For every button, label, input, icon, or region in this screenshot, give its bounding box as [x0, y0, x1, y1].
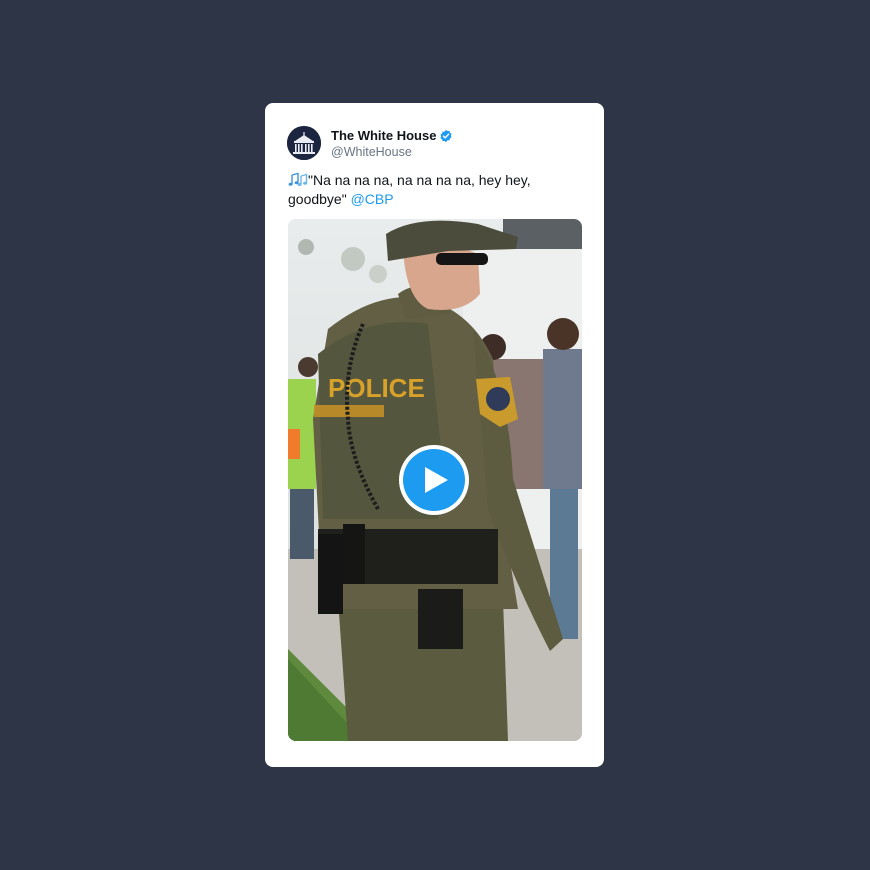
avatar[interactable]	[287, 126, 321, 160]
verified-badge-icon	[439, 129, 453, 143]
tweet-author[interactable]: The White House @WhiteHouse	[287, 125, 453, 161]
tweet-body: "Na na na na, na na na na, hey hey, good…	[288, 172, 531, 207]
play-button[interactable]	[399, 445, 469, 515]
user-handle[interactable]: @WhiteHouse	[331, 145, 453, 159]
tweet-card[interactable]: The White House @WhiteHouse "Na na na na…	[265, 103, 604, 767]
display-name[interactable]: The White House	[331, 128, 436, 143]
musical-notes-icon	[288, 172, 308, 187]
white-house-building-icon	[287, 126, 321, 160]
video-media[interactable]: POLICE	[288, 219, 582, 741]
play-icon	[425, 467, 448, 493]
tweet-text: "Na na na na, na na na na, hey hey, good…	[288, 171, 568, 209]
mention-link[interactable]: @CBP	[351, 191, 394, 207]
police-patch-text: POLICE	[328, 373, 425, 403]
